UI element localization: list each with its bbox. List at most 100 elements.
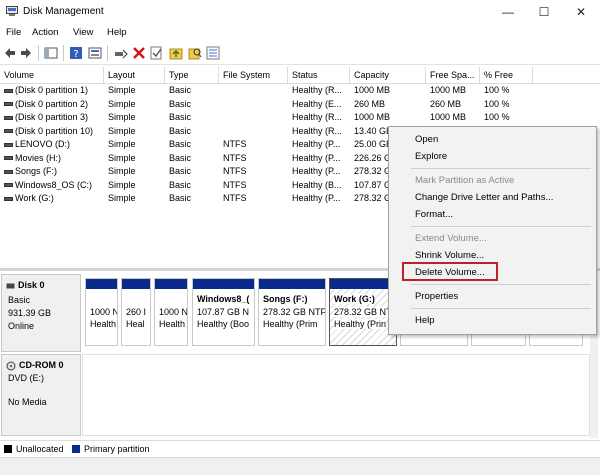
list-icon[interactable] [206,46,220,60]
capacity-cell: 25.00 GB [354,139,393,149]
status-cell: Healthy (B... [292,179,342,190]
context-menu: Open Explore Mark Partition as Active Ch… [388,126,597,335]
type-cell: Basic [169,193,192,203]
cdrom-0-info[interactable]: CD-ROM 0 DVD (E:) No Media [1,354,81,436]
table-row[interactable]: (Disk 0 partition 1) Simple Basic Health… [0,84,600,98]
cdrom-state: No Media [8,397,47,407]
column-divider[interactable] [532,67,533,83]
disk-0-name: Disk 0 [18,280,45,290]
column-divider[interactable] [287,67,288,83]
disk-0-info[interactable]: Disk 0 Basic 931.39 GB Online [1,274,81,352]
volume-icon [4,88,13,93]
column-divider[interactable] [164,67,165,83]
partition-status: Health [159,319,186,329]
column-header-type[interactable]: Type [169,70,189,80]
context-menu-open[interactable]: Open [389,132,596,146]
help-icon[interactable]: ? [69,46,83,60]
context-menu-mark-active: Mark Partition as Active [389,173,596,187]
volume-name: (Disk 0 partition 10) [15,125,94,136]
status-cell: Healthy (R... [292,125,343,136]
column-header-layout[interactable]: Layout [108,70,135,80]
column-header-file-system[interactable]: File System [223,70,270,80]
menu-item-label: Explore [415,151,448,162]
type-cell: Basic [169,112,192,122]
partition-block-windows8-os[interactable]: Windows8_( 107.87 GB N Healthy (Boo [192,278,255,346]
menu-file[interactable]: File [6,27,21,38]
primary-partition-bar [193,279,254,289]
partition-block[interactable]: 260 I Heal [121,278,151,346]
delete-volume-highlight-box [402,262,498,281]
status-cell: Healthy (P... [292,152,341,163]
column-divider[interactable] [349,67,350,83]
cdrom-empty-area [82,354,590,436]
context-menu-properties[interactable]: Properties [389,289,596,303]
check-icon[interactable] [150,46,164,60]
menu-item-label: Extend Volume... [415,233,487,244]
partition-size: 1000 N [159,307,188,317]
capacity-cell: 260 MB [354,98,386,109]
toolbar-separator [38,45,39,61]
volume-icon [4,196,13,201]
volume-icon [4,142,13,147]
partition-block-work-selected[interactable]: Work (G:) 278.32 GB NTF Healthy (Prin [329,278,397,346]
menu-item-label: Help [415,315,435,326]
search-icon[interactable] [188,46,202,60]
layout-cell: Simple [108,166,136,176]
free-space-cell: 260 MB [430,98,462,109]
menu-view[interactable]: View [73,27,93,38]
context-menu-explore[interactable]: Explore [389,149,596,163]
context-menu-shrink-volume[interactable]: Shrink Volume... [389,248,596,262]
partition-block-songs[interactable]: Songs (F:) 278.32 GB NTF Healthy (Prim [258,278,326,346]
menu-help[interactable]: Help [107,27,127,38]
column-divider[interactable] [103,67,104,83]
disk-0-type: Basic [8,295,31,305]
capacity-cell: 1000 MB [354,112,391,122]
disk-icon [6,283,15,289]
column-header-status[interactable]: Status [292,70,318,80]
column-divider[interactable] [425,67,426,83]
primary-partition-bar [259,279,325,289]
menu-action[interactable]: Action [32,27,58,38]
column-header-volume[interactable]: Volume [4,70,34,80]
capacity-cell: 278.32 G [354,193,392,203]
type-cell: Basic [169,166,192,176]
unallocated-swatch [4,445,12,453]
status-cell: Healthy (E... [292,98,342,109]
percent-free-cell: 100 % [484,85,510,95]
volume-icon [4,115,13,120]
close-button[interactable]: ✕ [563,0,599,24]
column-header-percent-free[interactable]: % Free [484,70,513,80]
context-menu-format[interactable]: Format... [389,207,596,221]
primary-partition-swatch [72,445,80,453]
column-divider[interactable] [218,67,219,83]
delete-icon[interactable] [132,46,146,60]
forward-icon[interactable] [19,46,33,60]
connect-icon[interactable] [114,46,128,60]
context-menu-change-drive-letter[interactable]: Change Drive Letter and Paths... [389,190,596,204]
partition-size: 107.87 GB N [197,307,250,317]
layout-cell: Simple [108,125,136,136]
layout-cell: Simple [108,193,136,203]
table-row[interactable]: (Disk 0 partition 2) Simple Basic Health… [0,98,600,112]
volume-name: Songs (F:) [15,166,58,176]
volume-name: (Disk 0 partition 3) [15,112,89,122]
svg-text:?: ? [73,49,78,60]
partition-block[interactable]: 1000 N Health [154,278,188,346]
context-menu-help[interactable]: Help [389,313,596,327]
partition-name: Work (G:) [334,294,375,304]
folder-up-icon[interactable] [169,46,183,60]
file-system-cell: NTFS [223,152,247,163]
back-icon[interactable] [3,46,17,60]
properties-icon[interactable] [88,46,102,60]
minimize-button[interactable]: — [490,0,526,24]
maximize-button[interactable]: ☐ [526,0,562,24]
column-header-capacity[interactable]: Capacity [354,70,389,80]
partition-block[interactable]: 1000 N Health [85,278,118,346]
percent-free-cell: 100 % [484,98,510,109]
column-header-free-space[interactable]: Free Spa... [430,70,475,80]
status-cell: Healthy (P... [292,193,341,203]
column-divider[interactable] [479,67,480,83]
console-tree-icon[interactable] [44,46,58,60]
table-row[interactable]: (Disk 0 partition 3) Simple Basic Health… [0,111,600,125]
primary-partition-bar [122,279,150,289]
